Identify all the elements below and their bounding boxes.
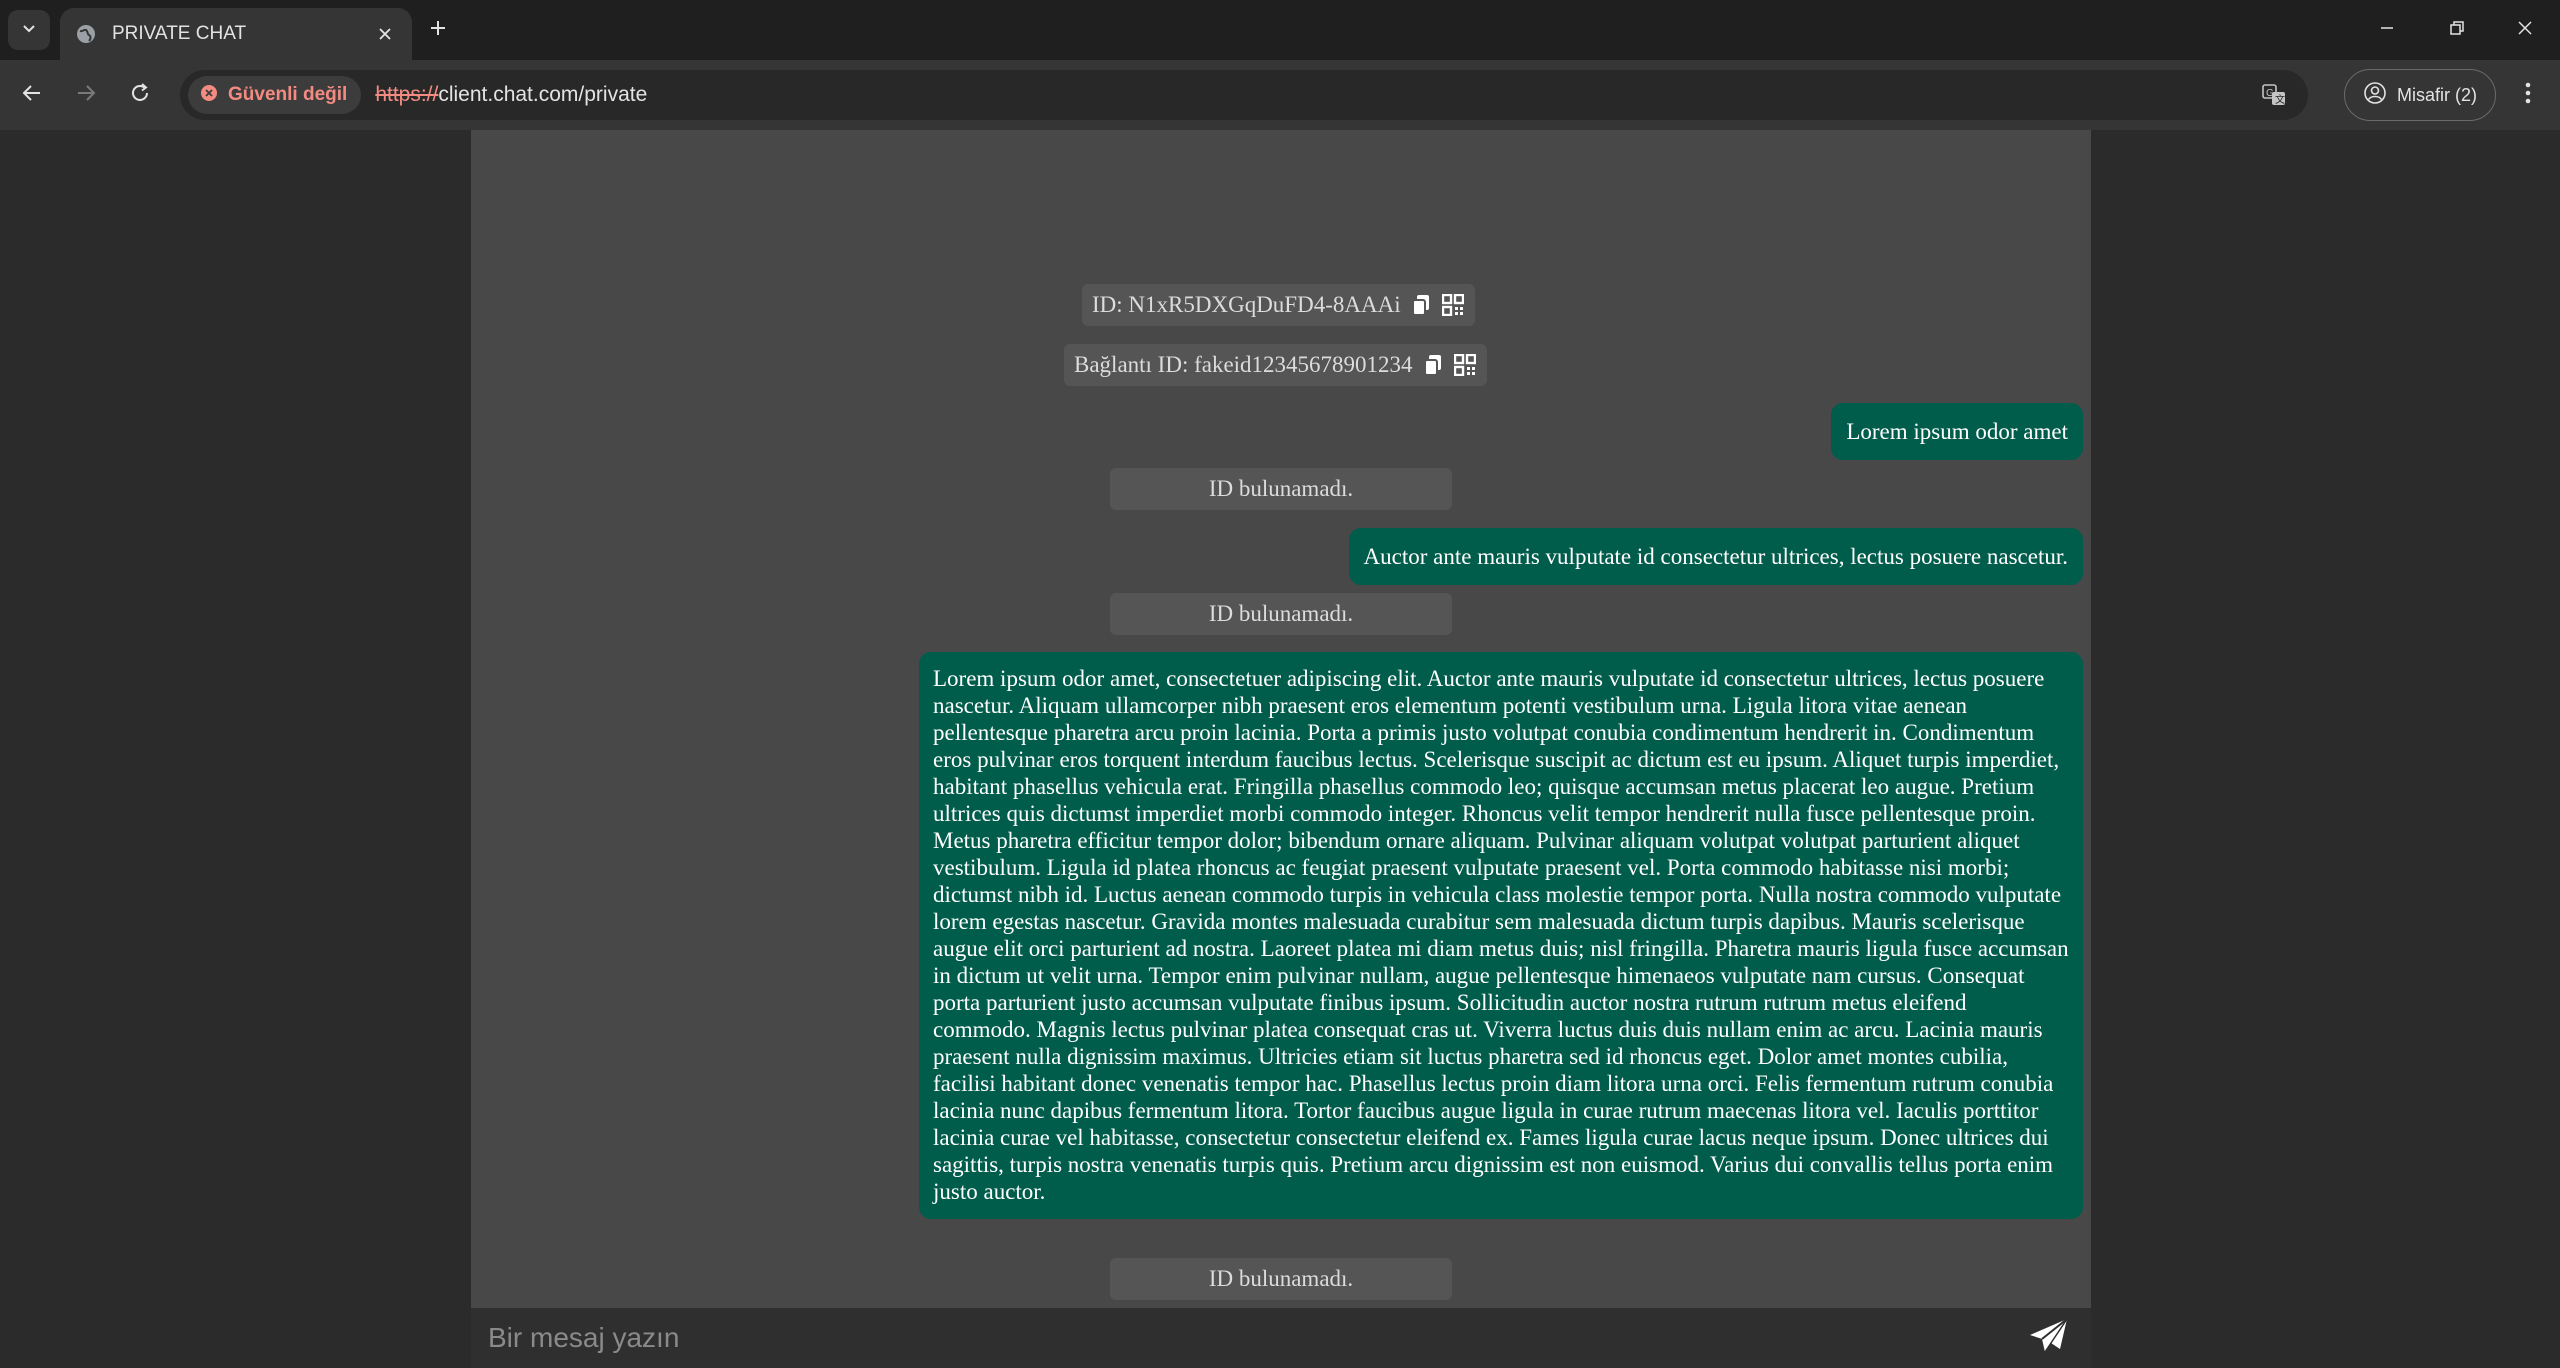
arrow-right-icon xyxy=(75,82,97,109)
copy-icon[interactable] xyxy=(1409,293,1433,317)
url-host-path: client.chat.com/private xyxy=(438,83,648,106)
chat-panel: ID: N1xR5DXGqDuFD4-8AAAi Bağlantı ID: fa… xyxy=(471,130,2091,1368)
message-composer xyxy=(471,1308,2091,1368)
person-circle-icon xyxy=(2363,81,2387,110)
qr-code-icon[interactable] xyxy=(1453,353,1477,377)
copy-icon[interactable] xyxy=(1421,353,1445,377)
browser-tab[interactable]: PRIVATE CHAT xyxy=(60,8,412,60)
connection-id-chip: Bağlantı ID: fakeid12345678901234 xyxy=(1064,344,1487,386)
minimize-button[interactable] xyxy=(2352,0,2422,60)
plus-icon xyxy=(429,19,447,42)
browser-menu-button[interactable] xyxy=(2512,75,2544,115)
url-text: https://client.chat.com/private xyxy=(375,83,647,107)
reload-icon xyxy=(129,82,151,109)
arrow-left-icon xyxy=(21,82,43,109)
browser-tab-bar: PRIVATE CHAT xyxy=(0,0,2560,60)
own-id-chip: ID: N1xR5DXGqDuFD4-8AAAi xyxy=(1082,284,1475,326)
profile-button[interactable]: Misafir (2) xyxy=(2344,69,2496,121)
translate-icon[interactable]: G文 xyxy=(2260,81,2288,109)
warning-circle-icon xyxy=(200,84,218,107)
kebab-menu-icon xyxy=(2525,81,2531,110)
sent-message: Lorem ipsum odor amet, consectetuer adip… xyxy=(919,652,2083,1219)
url-scheme: https:// xyxy=(375,83,439,106)
own-id-label: ID: N1xR5DXGqDuFD4-8AAAi xyxy=(1092,292,1401,317)
profile-label: Misafir (2) xyxy=(2397,84,2477,105)
svg-text:文: 文 xyxy=(2275,93,2285,106)
security-label: Güvenli değil xyxy=(228,84,348,105)
send-icon xyxy=(2029,1317,2069,1359)
reload-button[interactable] xyxy=(120,75,160,115)
security-indicator[interactable]: Güvenli değil xyxy=(188,76,362,114)
tab-title: PRIVATE CHAT xyxy=(112,23,247,44)
browser-toolbar: Güvenli değil https://client.chat.com/pr… xyxy=(0,60,2560,130)
address-bar[interactable]: Güvenli değil https://client.chat.com/pr… xyxy=(180,70,2308,120)
message-input[interactable] xyxy=(471,1308,1991,1368)
sent-message: Auctor ante mauris vulputate id consecte… xyxy=(1348,528,2083,585)
page-content: ID: N1xR5DXGqDuFD4-8AAAi Bağlantı ID: fa… xyxy=(0,130,2560,1368)
system-message: ID bulunamadı. xyxy=(1110,1258,1452,1300)
close-window-button[interactable] xyxy=(2490,0,2560,60)
minimize-icon xyxy=(2379,20,2395,41)
close-icon xyxy=(2517,20,2533,41)
tab-list-button[interactable] xyxy=(8,10,50,50)
send-button[interactable] xyxy=(2027,1316,2071,1360)
chevron-down-icon xyxy=(21,20,37,41)
close-icon[interactable] xyxy=(370,19,400,49)
qr-code-icon[interactable] xyxy=(1441,293,1465,317)
new-tab-button[interactable] xyxy=(422,14,454,46)
restore-button[interactable] xyxy=(2422,0,2492,60)
back-button[interactable] xyxy=(12,75,52,115)
restore-icon xyxy=(2449,20,2465,41)
forward-button[interactable] xyxy=(66,75,106,115)
globe-icon xyxy=(74,22,98,46)
system-message: ID bulunamadı. xyxy=(1110,593,1452,635)
connection-id-label: Bağlantı ID: fakeid12345678901234 xyxy=(1074,352,1413,377)
sent-message: Lorem ipsum odor amet xyxy=(1831,403,2083,460)
system-message: ID bulunamadı. xyxy=(1110,468,1452,510)
